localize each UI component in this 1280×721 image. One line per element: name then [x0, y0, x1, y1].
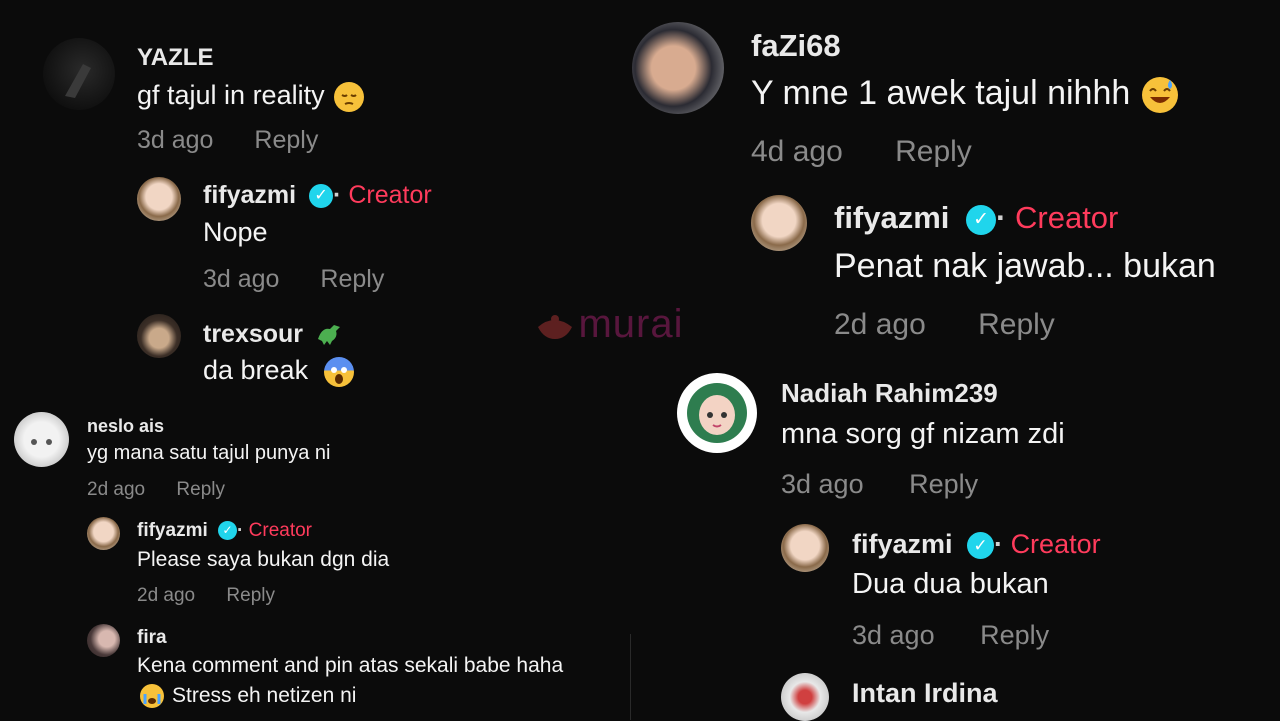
reply-text: Nope [203, 217, 268, 247]
timestamp: 2d ago [137, 585, 196, 606]
reply-meta: 3d ago Reply [203, 265, 384, 294]
reply-text: Dua dua bukan [852, 568, 1049, 600]
comment-meta: 3d ago Reply [781, 469, 978, 500]
username-link[interactable]: fifyazmi [852, 529, 953, 559]
avatar-image [65, 64, 91, 98]
creator-label: Creator [1010, 529, 1101, 559]
avatar-fifyazmi[interactable] [781, 524, 829, 572]
reply-username: fifyazmi ✓ · Creator [203, 181, 432, 210]
reply-button[interactable]: Reply [909, 469, 978, 500]
reply-text-content: Stress eh netizen ni [172, 684, 357, 707]
timestamp: 2d ago [87, 479, 146, 500]
reply-text: Please saya bukan dgn dia [137, 548, 390, 571]
avatar-fifyazmi[interactable] [87, 517, 120, 550]
avatar-nadiah-rahim239[interactable] [677, 373, 757, 453]
verified-badge-icon: ✓ [966, 204, 997, 235]
comment-username[interactable]: faZi68 [751, 28, 841, 64]
comment-meta: 3d ago Reply [137, 126, 318, 155]
avatar-fifyazmi[interactable] [751, 195, 807, 251]
username-link[interactable]: fifyazmi [203, 181, 296, 209]
comment-text-content: Y mne 1 awek tajul nihhh [751, 74, 1131, 112]
timestamp: 2d ago [834, 308, 926, 341]
avatar-yazle[interactable] [43, 38, 115, 110]
watermark-text: murai [578, 302, 684, 346]
username-link[interactable]: trexsour [203, 320, 303, 348]
separator-dot: · [333, 181, 342, 209]
crying-face-emoji-icon [140, 684, 164, 709]
avatar-fifyazmi[interactable] [137, 177, 181, 221]
comment-username[interactable]: Nadiah Rahim239 [781, 378, 998, 409]
dinosaur-emoji-icon [314, 319, 342, 352]
comment-username[interactable]: YAZLE [137, 44, 213, 72]
pensive-face-emoji-icon [334, 81, 365, 112]
reply-username: fifyazmi ✓ · Creator [834, 200, 1118, 236]
timestamp: 3d ago [137, 126, 214, 154]
timestamp: 3d ago [852, 620, 935, 650]
reply-button[interactable]: Reply [978, 308, 1055, 342]
timestamp: 3d ago [203, 265, 280, 293]
reply-username[interactable]: fira [137, 627, 167, 649]
reply-username: trexsour [203, 319, 342, 352]
avatar-fazi68[interactable] [632, 22, 724, 114]
verified-badge-icon: ✓ [218, 521, 238, 541]
reply-button[interactable]: Reply [895, 135, 972, 169]
reply-text: da break [203, 355, 354, 387]
comment-meta: 4d ago Reply [751, 135, 972, 169]
separator-dot: · [994, 529, 1004, 559]
username-link[interactable]: fifyazmi [137, 520, 208, 541]
reply-meta: 2d ago Reply [834, 308, 1055, 342]
creator-label: Creator [1015, 200, 1119, 235]
separator-dot: · [996, 200, 1007, 235]
comment-meta: 2d ago Reply [87, 479, 225, 501]
reply-username[interactable]: Intan Irdina [852, 678, 998, 709]
reply-button[interactable]: Reply [176, 479, 225, 501]
reply-username: fifyazmi ✓ · Creator [137, 520, 312, 542]
avatar-image [31, 439, 52, 445]
timestamp: 4d ago [751, 135, 843, 168]
comment-username[interactable]: neslo ais [87, 416, 164, 437]
panel-divider [630, 634, 631, 720]
reply-button[interactable]: Reply [980, 620, 1049, 651]
screaming-face-emoji-icon [323, 356, 354, 387]
avatar-intan-irdina[interactable] [781, 673, 829, 721]
reply-button[interactable]: Reply [226, 585, 275, 607]
reply-text-line-2: Stress eh netizen ni [140, 684, 357, 709]
reply-text-line-1: Kena comment and pin atas sekali babe ha… [137, 654, 564, 677]
verified-badge-icon: ✓ [309, 184, 334, 209]
avatar-image [687, 383, 747, 443]
comment-text: gf tajul in reality [137, 80, 365, 112]
watermark-logo: murai [536, 302, 683, 347]
timestamp: 3d ago [781, 469, 864, 499]
verified-badge-icon: ✓ [967, 532, 995, 560]
reply-text: Penat nak jawab... bukan [834, 247, 1216, 285]
avatar-neslo-ais[interactable] [14, 412, 69, 467]
comment-text: Y mne 1 awek tajul nihhh [751, 74, 1178, 114]
grinning-sweat-emoji-icon [1141, 77, 1178, 114]
bird-logo-icon [538, 314, 572, 339]
comment-text: mna sorg gf nizam zdi [781, 418, 1065, 450]
separator-dot: · [237, 520, 244, 541]
reply-meta: 2d ago Reply [137, 585, 275, 607]
reply-meta: 3d ago Reply [852, 620, 1049, 651]
reply-button[interactable]: Reply [254, 126, 318, 155]
reply-username: fifyazmi ✓ · Creator [852, 529, 1101, 560]
avatar-fira[interactable] [87, 624, 120, 657]
comment-text: yg mana satu tajul punya ni [87, 442, 331, 464]
reply-text-content: da break [203, 355, 309, 385]
comment-text-content: gf tajul in reality [137, 80, 325, 110]
creator-label: Creator [248, 520, 312, 541]
avatar-trexsour[interactable] [137, 314, 181, 358]
username-link[interactable]: fifyazmi [834, 200, 949, 235]
reply-button[interactable]: Reply [320, 265, 384, 294]
creator-label: Creator [348, 181, 432, 209]
